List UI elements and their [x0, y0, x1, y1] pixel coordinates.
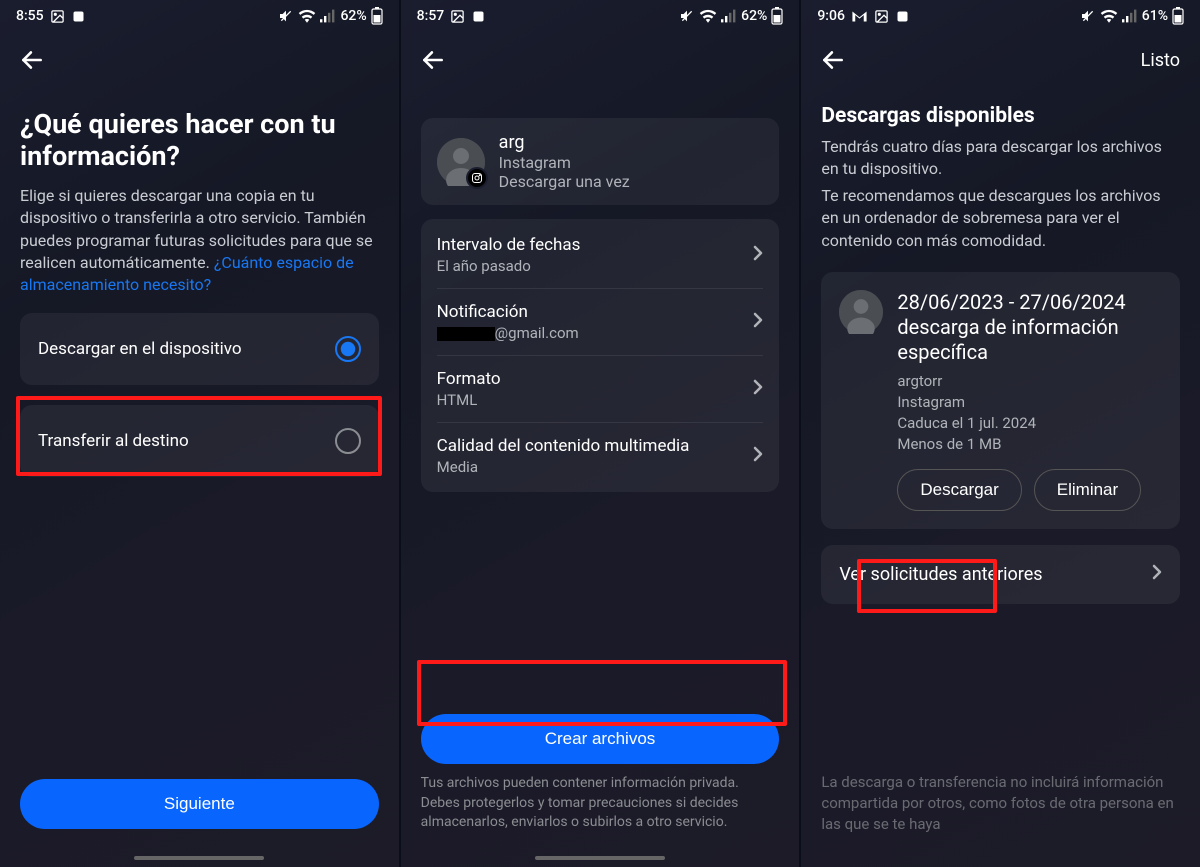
done-button[interactable]: Listo	[1133, 50, 1188, 71]
section-title: Descargas disponibles	[821, 104, 1180, 128]
option-value: HTML	[437, 391, 501, 409]
page-description: Elige si quieres descargar una copia en …	[20, 185, 379, 297]
header	[0, 32, 399, 88]
phone-screen-3: 9:06 61% Listo Descargas disponibles Ten…	[801, 0, 1200, 867]
gmail-icon	[851, 10, 868, 23]
instagram-badge-icon	[466, 167, 488, 189]
battery-icon	[371, 7, 383, 25]
option-label: Descargar en el dispositivo	[38, 339, 242, 359]
chevron-right-icon	[753, 446, 763, 466]
radio-checked-icon	[335, 336, 361, 362]
avatar	[437, 138, 485, 186]
status-battery-pct: 62%	[340, 8, 366, 24]
wifi-icon	[699, 9, 717, 23]
option-value: Media	[437, 458, 690, 476]
signal-icon	[721, 9, 737, 23]
app-icon	[895, 9, 910, 24]
download-card: 28/06/2023 - 27/06/2024 descarga de info…	[821, 272, 1180, 529]
create-files-button[interactable]: Crear archivos	[421, 714, 780, 764]
options-card: Intervalo de fechas El año pasado Notifi…	[421, 219, 780, 492]
content-area: arg Instagram Descargar una vez Interval…	[401, 88, 800, 849]
bottom-note: La descarga o transferencia no incluirá …	[821, 772, 1180, 835]
download-button[interactable]: Descargar	[897, 469, 1021, 511]
status-bar: 8:57 62%	[401, 0, 800, 32]
status-battery-pct: 62%	[741, 8, 767, 24]
option-transfer-destination[interactable]: Transferir al destino	[20, 405, 379, 477]
redacted-icon	[437, 327, 495, 341]
chevron-right-icon	[753, 312, 763, 332]
header: Listo	[801, 32, 1200, 88]
option-date-range[interactable]: Intervalo de fechas El año pasado	[437, 225, 764, 285]
download-size: Menos de 1 MB	[897, 434, 1162, 455]
app-icon	[471, 9, 486, 24]
status-bar: 9:06 61%	[801, 0, 1200, 32]
link-label: Ver solicitudes anteriores	[839, 563, 1042, 586]
desc-line: Tendrás cuatro días para descargar los a…	[821, 137, 1162, 178]
email-suffix: @gmail.com	[495, 324, 579, 342]
profile-card: arg Instagram Descargar una vez	[421, 118, 780, 205]
desc-line: Te recomendamos que descargues los archi…	[821, 186, 1160, 250]
status-battery-pct: 61%	[1142, 8, 1168, 24]
status-time: 8:57	[417, 8, 445, 24]
app-icon	[71, 9, 86, 24]
signal-icon	[320, 9, 336, 23]
next-button[interactable]: Siguiente	[20, 779, 379, 829]
status-bar: 8:55 62%	[0, 0, 399, 32]
phone-screen-1: 8:55 62% ¿Qué quieres hacer con tu infor…	[0, 0, 399, 867]
header	[401, 32, 800, 88]
profile-platform: Instagram	[499, 153, 630, 172]
footer-note: Tus archivos pueden contener información…	[421, 774, 780, 833]
option-label: Transferir al destino	[38, 431, 189, 451]
option-download-device[interactable]: Descargar en el dispositivo	[20, 313, 379, 385]
radio-unchecked-icon	[335, 428, 361, 454]
profile-mode: Descargar una vez	[499, 172, 630, 191]
image-icon	[450, 9, 465, 24]
back-button[interactable]	[813, 40, 853, 80]
nav-handle[interactable]	[0, 849, 399, 867]
download-username: argtorr	[897, 371, 1162, 392]
avatar	[839, 290, 883, 334]
battery-icon	[1172, 7, 1184, 25]
option-label: Calidad del contenido multimedia	[437, 436, 690, 456]
download-platform: Instagram	[897, 392, 1162, 413]
mute-icon	[679, 8, 695, 24]
mute-icon	[278, 8, 294, 24]
option-value: @gmail.com	[437, 324, 579, 342]
page-title: ¿Qué quieres hacer con tu información?	[20, 108, 379, 173]
nav-handle[interactable]	[401, 849, 800, 867]
status-time: 8:55	[16, 8, 44, 24]
section-description: Tendrás cuatro días para descargar los a…	[821, 136, 1180, 181]
image-icon	[50, 9, 65, 24]
download-title: 28/06/2023 - 27/06/2024 descarga de info…	[897, 290, 1162, 365]
section-description-2: Te recomendamos que descargues los archi…	[821, 185, 1180, 252]
image-icon	[874, 9, 889, 24]
content-area: Descargas disponibles Tendrás cuatro día…	[801, 88, 1200, 867]
option-label: Intervalo de fechas	[437, 235, 581, 255]
download-expires: Caduca el 1 jul. 2024	[897, 413, 1162, 434]
back-button[interactable]	[413, 40, 453, 80]
delete-button[interactable]: Eliminar	[1034, 469, 1141, 511]
previous-requests-link[interactable]: Ver solicitudes anteriores	[821, 545, 1180, 604]
option-format[interactable]: Formato HTML	[437, 359, 764, 419]
option-label: Formato	[437, 369, 501, 389]
profile-name: arg	[499, 132, 630, 153]
content-area: ¿Qué quieres hacer con tu información? E…	[0, 88, 399, 849]
back-button[interactable]	[12, 40, 52, 80]
wifi-icon	[1100, 9, 1118, 23]
battery-icon	[771, 7, 783, 25]
chevron-right-icon	[753, 379, 763, 399]
wifi-icon	[298, 9, 316, 23]
option-value: El año pasado	[437, 257, 581, 275]
option-notification[interactable]: Notificación @gmail.com	[437, 292, 764, 352]
mute-icon	[1080, 8, 1096, 24]
phone-screen-2: 8:57 62% ar	[401, 0, 800, 867]
option-label: Notificación	[437, 302, 579, 322]
chevron-right-icon	[753, 245, 763, 265]
signal-icon	[1122, 9, 1138, 23]
chevron-right-icon	[1152, 564, 1162, 585]
status-time: 9:06	[817, 8, 845, 24]
option-media-quality[interactable]: Calidad del contenido multimedia Media	[437, 426, 764, 486]
